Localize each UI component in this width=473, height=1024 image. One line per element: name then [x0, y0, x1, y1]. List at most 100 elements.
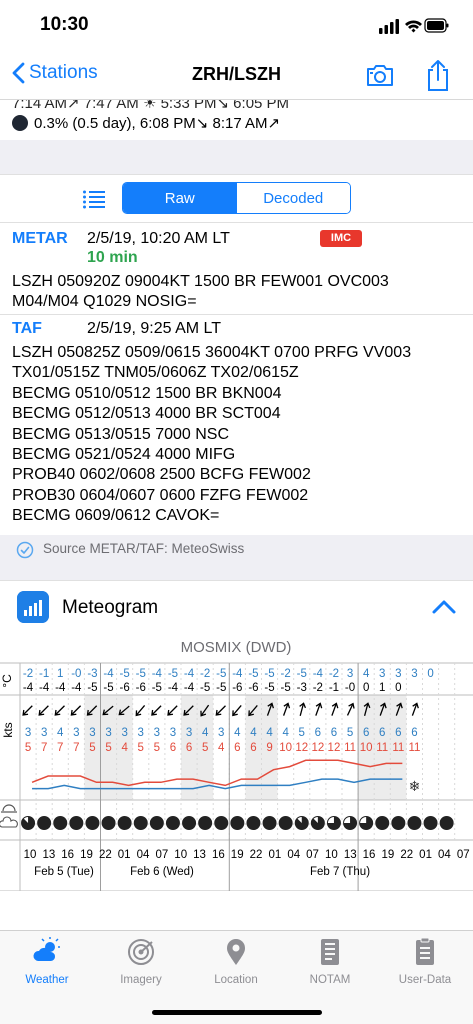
hour-label: 01 — [419, 849, 432, 861]
wind-gust-value: 9 — [266, 742, 272, 754]
meteogram-header[interactable]: Meteogram — [0, 580, 473, 633]
imagery-icon — [128, 939, 154, 965]
metar-tag: METAR — [12, 230, 68, 247]
wind-speed-value: 3 — [121, 727, 127, 739]
wind-arrow-icon — [54, 705, 65, 716]
section-divider — [0, 565, 473, 580]
camera-icon[interactable] — [365, 62, 395, 88]
taf-line: BECMG 0513/0515 7000 NSC — [12, 425, 230, 443]
wind-speed-value: 3 — [41, 727, 47, 739]
wind-speed-value: 4 — [266, 727, 273, 739]
divider — [0, 222, 473, 223]
cloud-cover-icon — [375, 816, 390, 830]
temperature-value: -6 — [120, 682, 130, 694]
hour-label: 16 — [212, 849, 225, 861]
wind-speed-value: 5 — [347, 727, 353, 739]
wind-speed-value: 6 — [315, 727, 321, 739]
cloud-cover-fill — [150, 816, 164, 830]
source-note: Source METAR/TAF: MeteoSwiss — [0, 535, 473, 565]
day-label: Feb 6 (Wed) — [130, 866, 194, 878]
wind-arrow-icon — [315, 702, 323, 716]
wind-arrow-shaft — [168, 705, 178, 715]
taf-line: BECMG 0609/0612 CAVOK= — [12, 507, 220, 525]
navigation-bar: Stations ZRH/LSZH — [0, 50, 473, 100]
temperature-value: -5 — [216, 682, 226, 694]
temperature-value: -6 — [136, 682, 146, 694]
cloud-cover-icon — [53, 816, 68, 830]
wind-gust-value: 7 — [41, 742, 47, 754]
wind-gust-value: 5 — [138, 742, 144, 754]
wind-speed-value: 5 — [299, 727, 305, 739]
chevron-up-icon[interactable] — [431, 597, 457, 615]
share-icon[interactable] — [425, 58, 451, 92]
temperature-value: -4 — [23, 682, 34, 694]
metar-line: LSZH 050920Z 09004KT 1500 BR FEW001 OVC0… — [12, 273, 389, 290]
wind-speed-value: 3 — [73, 727, 79, 739]
back-button[interactable]: Stations — [12, 62, 98, 84]
tab-location[interactable]: Location — [189, 937, 283, 997]
tab-notam[interactable]: NOTAM — [283, 937, 377, 997]
status-bar: 10:30 — [0, 0, 473, 50]
dewpoint-value: -2 — [200, 668, 210, 680]
section-divider — [0, 140, 473, 174]
dewpoint-value: -2 — [329, 668, 339, 680]
cloud-cover-fill — [134, 816, 148, 830]
segment-raw[interactable]: Raw — [123, 183, 237, 213]
wind-arrow-shaft — [136, 704, 146, 716]
back-button-label: Stations — [29, 62, 98, 83]
dewpoint-value: -2 — [281, 668, 291, 680]
dewpoint-value: -4 — [232, 668, 243, 680]
hour-label: 01 — [118, 849, 131, 861]
cloud-cover-icon — [262, 816, 277, 830]
cloud-cover-fill — [263, 816, 277, 830]
temperature-value: -5 — [200, 682, 210, 694]
hour-label: 19 — [382, 849, 395, 861]
dewpoint-value: -4 — [103, 668, 114, 680]
wind-arrow-icon — [70, 705, 82, 716]
wind-speed-value: 6 — [331, 727, 337, 739]
wind-gust-value: 12 — [311, 742, 324, 754]
segment-decoded[interactable]: Decoded — [236, 183, 350, 213]
cloud-cover-fill — [198, 816, 212, 830]
list-view-icon[interactable] — [82, 189, 106, 209]
wind-gust-value: 12 — [328, 742, 341, 754]
tab-imagery[interactable]: Imagery — [94, 937, 188, 997]
dewpoint-value: 3 — [347, 668, 353, 680]
hour-label: 22 — [99, 849, 112, 861]
hour-label: 04 — [287, 849, 300, 861]
hour-label: 16 — [363, 849, 376, 861]
cloud-shape — [0, 816, 18, 828]
cloud-cover-icon — [230, 816, 245, 830]
dewpoint-value: 3 — [411, 668, 417, 680]
wind-arrow-icon — [232, 704, 242, 717]
day-label: Feb 5 (Tue) — [34, 866, 94, 878]
status-time: 10:30 — [40, 14, 89, 35]
wind-gust-value: 11 — [392, 742, 404, 754]
wind-arrow-shaft — [152, 705, 162, 715]
wind-unit-label: kts — [1, 722, 15, 737]
model-label: MOSMIX (DWD) — [181, 639, 292, 656]
verified-badge-icon — [16, 541, 34, 559]
taf-line: TX01/0515Z TNM05/0606Z TX02/0615Z — [12, 364, 299, 382]
temperature-value: -2 — [313, 682, 323, 694]
cloud-cover-icon — [294, 816, 309, 830]
cloud-cover-icon — [439, 816, 454, 830]
hour-label: 10 — [24, 849, 37, 861]
cloud-cover-icon — [165, 816, 180, 830]
wind-speed-value: 3 — [105, 727, 111, 739]
taf-raw-text: LSZH 050825Z 0509/0615 36004KT 0700 PRFG… — [12, 343, 411, 527]
tab-weather[interactable]: Weather — [0, 937, 94, 997]
wind-speed-value: 3 — [186, 727, 192, 739]
dewpoint-value: -2 — [23, 668, 33, 680]
cloud-cover-icon — [407, 816, 422, 830]
hour-label: 04 — [438, 849, 451, 861]
wind-gust-value: 5 — [89, 742, 95, 754]
hour-label: 22 — [400, 849, 413, 861]
wind-arrow-icon — [346, 702, 355, 716]
wind-arrow-shaft — [55, 705, 65, 715]
tab-imagery-label: Imagery — [120, 974, 162, 986]
cloud-cover-icon — [182, 816, 197, 830]
tab-user-data[interactable]: User-Data — [378, 937, 472, 997]
moon-info: 0.3% (0.5 day), 6:08 PM↘ 8:17 AM↗ — [12, 114, 280, 132]
meteogram-chart-icon — [17, 591, 49, 623]
